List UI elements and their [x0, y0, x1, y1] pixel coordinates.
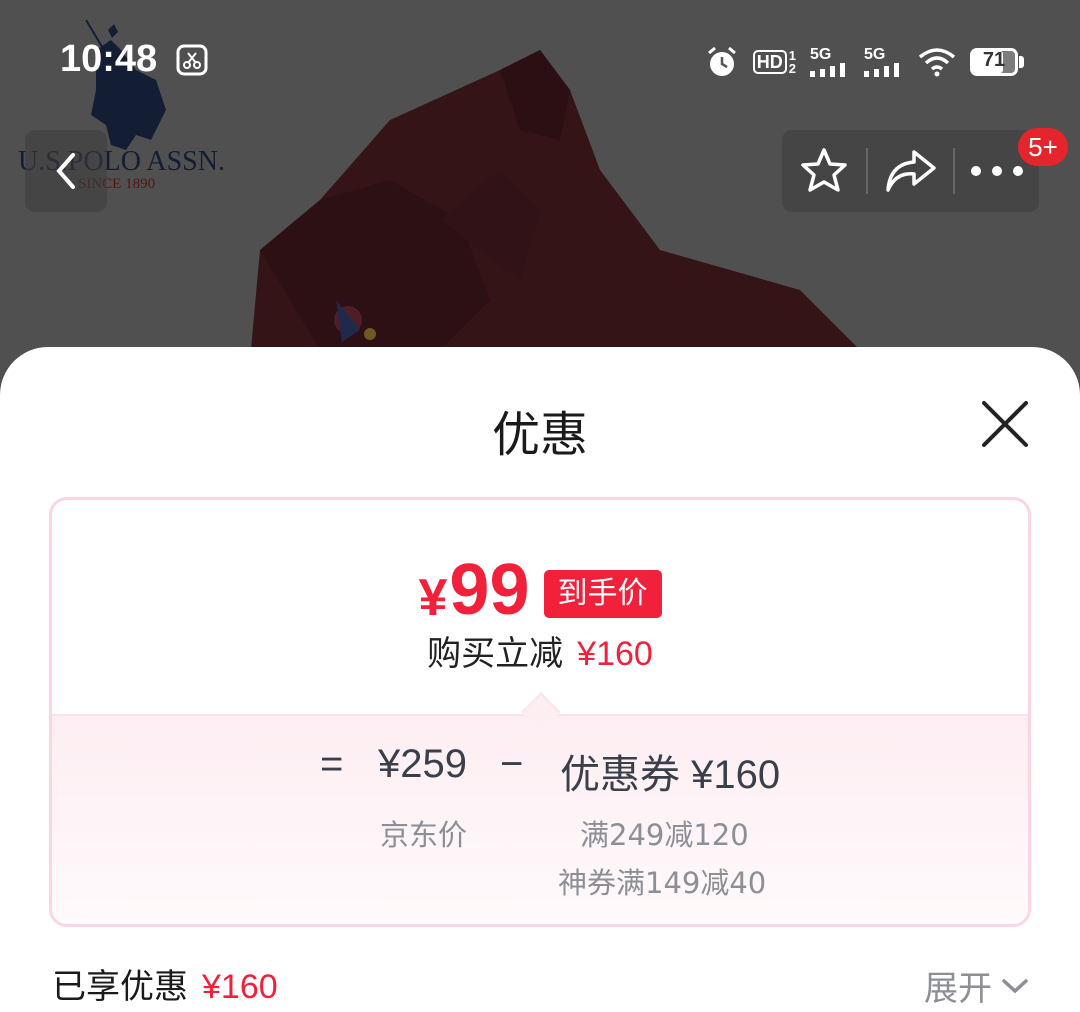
expand-label: 展开: [924, 969, 992, 1009]
price-breakdown-card: ¥ 99 到手价 购买立减 ¥160 = ¥259 − 优惠券 ¥160 京东价 …: [49, 497, 1031, 927]
final-price-row: ¥ 99 到手价: [52, 552, 1028, 628]
star-icon: [801, 148, 847, 192]
signal-1: 5G: [810, 47, 850, 77]
enjoyed-discount-row: 已享优惠 ¥160: [52, 959, 278, 1008]
battery-icon: 71: [970, 48, 1018, 76]
hd-indicator: HD 12: [752, 49, 796, 75]
coupon-label: 优惠券: [560, 753, 680, 797]
calc-section: [52, 714, 1028, 924]
share-button[interactable]: [868, 130, 952, 212]
coupon-row: 优惠券 ¥160: [560, 742, 780, 800]
more-icon: [970, 166, 1023, 176]
signal-bars-icon: [810, 63, 845, 77]
expand-button[interactable]: 展开: [924, 961, 1030, 1010]
equals-sign: =: [320, 742, 344, 786]
status-time: 10:48: [60, 38, 158, 80]
status-icons: HD 12 5G 5G 71: [705, 42, 1024, 82]
alarm-icon: [707, 46, 736, 76]
share-icon: [885, 150, 936, 192]
close-icon[interactable]: [980, 399, 1030, 449]
message-count-badge: 5+: [1018, 128, 1068, 166]
sheet-title: 优惠: [491, 407, 588, 463]
action-bar: [782, 130, 1039, 212]
base-price: ¥259: [378, 742, 467, 786]
reduce-row: 购买立减 ¥160: [52, 626, 1028, 675]
base-price-label: 京东价: [380, 818, 468, 852]
back-button[interactable]: [25, 130, 107, 212]
reduce-amount: ¥160: [577, 635, 653, 673]
final-price-tag: 到手价: [543, 570, 662, 618]
coupon-amount: ¥160: [691, 753, 781, 797]
screenshot-icon: [176, 44, 208, 76]
reduce-label: 购买立减: [427, 634, 564, 674]
enjoyed-discount-amount: ¥160: [202, 968, 278, 1006]
battery-level: 71: [982, 49, 1006, 71]
enjoyed-discount-label: 已享优惠: [52, 967, 188, 1007]
discount-sheet: 优惠 ¥ 99 到手价 购买立减 ¥160 = ¥259 − 优惠券 ¥160 京…: [0, 347, 1080, 1012]
signal-bars-icon: [864, 63, 899, 77]
chevron-left-icon: [56, 153, 75, 189]
final-price: 99: [449, 550, 530, 630]
price-currency: ¥: [418, 569, 448, 627]
minus-sign: −: [500, 742, 524, 786]
wifi-icon: [918, 48, 956, 77]
coupon-rule: 满249减120: [580, 818, 749, 852]
favorite-button[interactable]: [782, 130, 866, 212]
coupon-rule: 神券满149减40: [558, 866, 767, 900]
status-bar: 10:48 HD 12 5G 5G 71: [0, 30, 1080, 90]
chevron-down-icon: [1002, 978, 1028, 993]
signal-2: 5G: [864, 47, 904, 77]
